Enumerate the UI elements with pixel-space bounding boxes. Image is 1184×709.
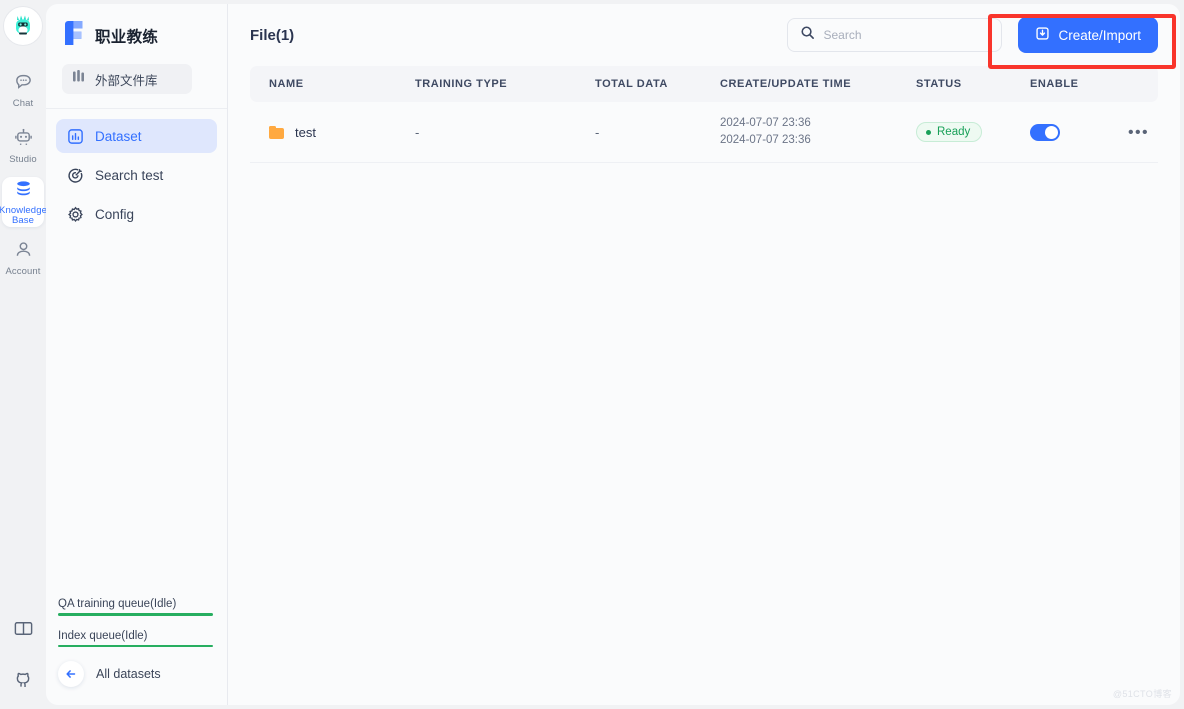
column-header-actions bbox=[1128, 66, 1158, 102]
status-badge: Ready bbox=[916, 122, 983, 142]
file-table: NAME TRAINING TYPE TOTAL DATA CREATE/UPD… bbox=[250, 66, 1158, 163]
sidebar-item-label: Config bbox=[95, 206, 135, 222]
column-header-training-type[interactable]: TRAINING TYPE bbox=[415, 66, 595, 102]
table-body: test - - 2024-07-07 23:36 2024-07-07 23:… bbox=[250, 102, 1158, 163]
column-header-name[interactable]: NAME bbox=[250, 66, 415, 102]
person-icon bbox=[14, 240, 33, 264]
sidebar-item-search-test[interactable]: Search test bbox=[56, 158, 217, 192]
sidebar-item-dataset[interactable]: Dataset bbox=[56, 119, 217, 153]
create-import-button[interactable]: Create/Import bbox=[1018, 17, 1158, 53]
main-panel: File(1) Search Create/Import NAME TRAINI… bbox=[228, 4, 1180, 705]
column-header-total-data[interactable]: TOTAL DATA bbox=[595, 66, 720, 102]
total-data-value: - bbox=[595, 124, 600, 140]
queue-progress-bar bbox=[58, 613, 213, 616]
update-time-value: 2024-07-07 23:36 bbox=[720, 134, 811, 146]
more-actions-button[interactable]: ••• bbox=[1128, 124, 1149, 140]
qa-training-queue: QA training queue(Idle) bbox=[58, 598, 213, 616]
arrow-left-icon bbox=[58, 661, 84, 687]
rail-item-label: Account bbox=[5, 265, 41, 277]
bar-chart-icon bbox=[67, 128, 84, 145]
rail-item-label: Chat bbox=[12, 97, 34, 109]
all-datasets-label: All datasets bbox=[96, 667, 161, 681]
rail-item-label: Studio bbox=[9, 153, 37, 165]
header-actions: Create/Import bbox=[787, 17, 1158, 53]
training-type-value: - bbox=[415, 124, 420, 140]
cell-enable bbox=[1030, 102, 1128, 163]
avatar-creature-icon bbox=[16, 15, 30, 35]
sidebar-footer: QA training queue(Idle) Index queue(Idle… bbox=[46, 598, 227, 705]
user-avatar[interactable] bbox=[4, 7, 42, 45]
queue-label: QA training queue(Idle) bbox=[58, 598, 177, 610]
create-time-value: 2024-07-07 23:36 bbox=[720, 117, 811, 129]
cell-training-type: - bbox=[415, 102, 595, 163]
cell-total-data: - bbox=[595, 102, 720, 163]
import-icon bbox=[1035, 26, 1050, 44]
rail-item-label: Knowledge Base bbox=[0, 204, 47, 226]
file-name-label: test bbox=[295, 124, 316, 140]
column-header-status[interactable]: STATUS bbox=[916, 66, 1030, 102]
primary-nav-rail: Chat Studio Knowledge Base Account bbox=[0, 0, 47, 709]
cell-status: Ready bbox=[916, 102, 1030, 163]
table-head: NAME TRAINING TYPE TOTAL DATA CREATE/UPD… bbox=[250, 66, 1158, 102]
queue-progress-bar bbox=[58, 644, 213, 647]
table-header-row: NAME TRAINING TYPE TOTAL DATA CREATE/UPD… bbox=[250, 66, 1158, 102]
queue-label: Index queue(Idle) bbox=[58, 629, 148, 642]
database-icon bbox=[14, 179, 33, 203]
chat-icon bbox=[14, 72, 33, 96]
create-import-label: Create/Import bbox=[1058, 27, 1141, 43]
page-title: File(1) bbox=[250, 26, 295, 44]
external-library-button[interactable]: 外部文件库 bbox=[62, 64, 192, 94]
columns-icon bbox=[73, 70, 87, 88]
sidebar-nav: Dataset Search test Config bbox=[46, 109, 227, 236]
robot-icon bbox=[14, 128, 33, 152]
fastgpt-logo-icon bbox=[62, 20, 86, 51]
column-header-enable[interactable]: ENABLE bbox=[1030, 66, 1128, 102]
dataset-sidebar: 职业教练 外部文件库 Dataset Search test Config QA… bbox=[46, 4, 228, 705]
github-icon[interactable] bbox=[13, 669, 34, 695]
folder-icon bbox=[269, 125, 284, 139]
book-icon[interactable] bbox=[13, 618, 34, 644]
cell-create-update-time: 2024-07-07 23:36 2024-07-07 23:36 bbox=[720, 102, 916, 163]
sidebar-item-label: Search test bbox=[95, 167, 164, 183]
status-label: Ready bbox=[937, 126, 971, 138]
cell-name: test bbox=[250, 102, 415, 163]
rail-item-knowledge-base[interactable]: Knowledge Base bbox=[0, 177, 47, 227]
target-icon bbox=[67, 167, 84, 184]
all-datasets-button[interactable]: All datasets bbox=[58, 661, 213, 687]
sidebar-item-label: Dataset bbox=[95, 128, 142, 144]
index-queue: Index queue(Idle) bbox=[58, 629, 213, 647]
watermark: @51CTO博客 bbox=[1112, 689, 1172, 699]
search-box[interactable] bbox=[787, 18, 1003, 52]
rail-item-chat[interactable]: Chat bbox=[2, 65, 44, 115]
brand: 职业教练 bbox=[46, 4, 227, 51]
app-root: Chat Studio Knowledge Base Account 职业教练 … bbox=[0, 0, 1184, 709]
file-table-container: NAME TRAINING TYPE TOTAL DATA CREATE/UPD… bbox=[228, 66, 1180, 163]
rail-item-account[interactable]: Account bbox=[2, 233, 44, 283]
status-dot-icon bbox=[926, 129, 931, 135]
file-name-cell[interactable]: test bbox=[269, 125, 415, 140]
table-row[interactable]: test - - 2024-07-07 23:36 2024-07-07 23:… bbox=[250, 102, 1158, 163]
cell-actions: ••• bbox=[1128, 102, 1158, 163]
sidebar-item-config[interactable]: Config bbox=[56, 197, 217, 231]
brand-title: 职业教练 bbox=[95, 28, 159, 46]
gear-icon bbox=[67, 206, 84, 223]
enable-toggle[interactable] bbox=[1030, 123, 1060, 141]
external-library-label: 外部文件库 bbox=[95, 73, 158, 88]
main-header: File(1) Search Create/Import bbox=[228, 4, 1180, 66]
rail-bottom-group bbox=[13, 618, 34, 709]
column-header-create-update-time[interactable]: CREATE/UPDATE TIME bbox=[720, 66, 916, 102]
rail-item-studio[interactable]: Studio bbox=[2, 121, 44, 171]
search-input[interactable] bbox=[823, 28, 974, 42]
search-icon bbox=[800, 25, 815, 45]
